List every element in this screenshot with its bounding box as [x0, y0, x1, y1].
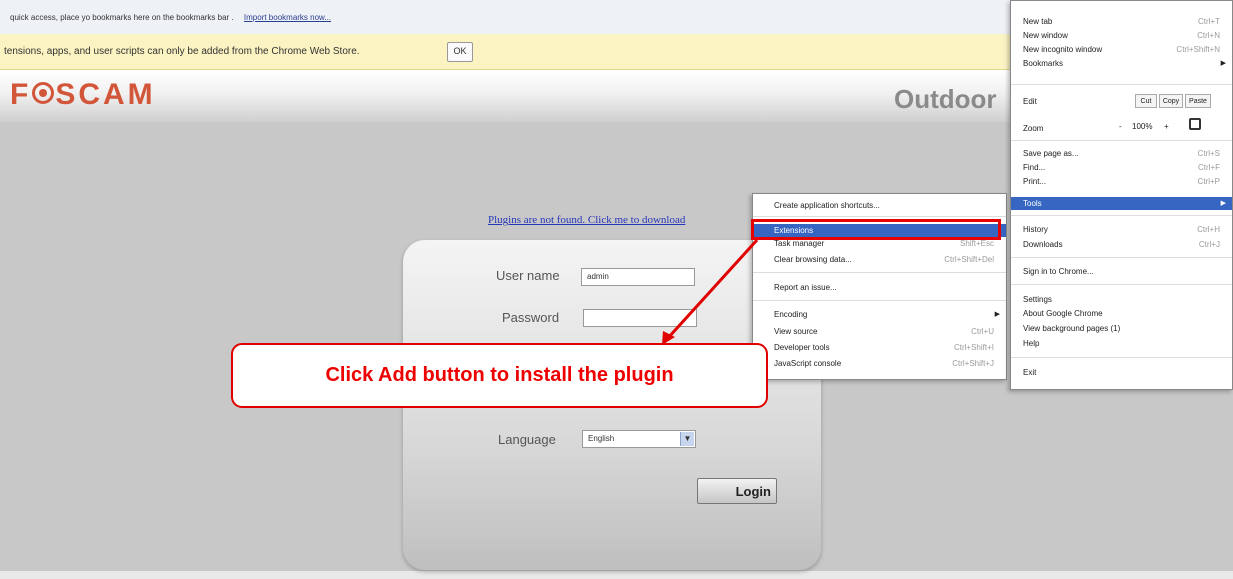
- menu-item-developer-tools[interactable]: Developer tools Ctrl+Shift+I: [753, 341, 1006, 354]
- menu-item-new-incognito-window[interactable]: New incognito window Ctrl+Shift+N: [1011, 43, 1232, 56]
- chevron-down-icon[interactable]: ▼: [680, 432, 694, 446]
- menu-separator: [1011, 357, 1232, 358]
- menu-separator: [753, 272, 1006, 273]
- username-value: admin: [587, 272, 609, 281]
- cut-button[interactable]: Cut: [1135, 94, 1157, 108]
- info-bar-message: tensions, apps, and user scripts can onl…: [4, 46, 360, 57]
- zoom-level: 100%: [1132, 122, 1153, 131]
- menu-separator: [1011, 140, 1232, 141]
- menu-item-print[interactable]: Print... Ctrl+P: [1011, 175, 1232, 188]
- menu-separator: [753, 300, 1006, 301]
- foscam-logo: F SCAM: [10, 78, 156, 112]
- menu-item-sign-in[interactable]: Sign in to Chrome...: [1011, 265, 1232, 278]
- menu-item-background-pages[interactable]: View background pages (1): [1011, 322, 1232, 335]
- bookmarks-bar-hint: quick access, place yo bookmarks here on…: [10, 13, 234, 22]
- copy-button[interactable]: Copy: [1159, 94, 1183, 108]
- menu-item-new-tab[interactable]: New tab Ctrl+T: [1011, 15, 1232, 28]
- menu-separator: [1011, 257, 1232, 258]
- menu-item-downloads[interactable]: Downloads Ctrl+J: [1011, 238, 1232, 251]
- submenu-arrow-icon: ▶: [1220, 200, 1226, 207]
- menu-item-bookmarks[interactable]: Bookmarks ▶: [1011, 57, 1232, 70]
- menu-item-exit[interactable]: Exit: [1011, 366, 1232, 379]
- password-label: Password: [502, 310, 560, 325]
- chrome-main-menu: New tab Ctrl+T New window Ctrl+N New incog…: [1010, 0, 1233, 390]
- menu-item-report-issue[interactable]: Report an issue...: [753, 281, 1006, 294]
- login-button[interactable]: Login: [697, 478, 777, 504]
- plugin-download-link[interactable]: Plugins are not found. Click me to downl…: [488, 214, 685, 226]
- import-bookmarks-link[interactable]: Import bookmarks now...: [244, 13, 331, 22]
- info-bar-ok-button[interactable]: OK: [447, 42, 473, 62]
- menu-item-javascript-console[interactable]: JavaScript console Ctrl+Shift+J: [753, 357, 1006, 370]
- zoom-in-button[interactable]: +: [1164, 122, 1169, 131]
- username-label: User name: [496, 268, 560, 283]
- menu-item-about-chrome[interactable]: About Google Chrome: [1011, 307, 1232, 320]
- menu-item-find[interactable]: Find... Ctrl+F: [1011, 161, 1232, 174]
- menu-separator: [1011, 284, 1232, 285]
- submenu-arrow-icon: ▶: [994, 311, 1000, 318]
- extensions-highlight-box: [751, 219, 1001, 240]
- menu-item-history[interactable]: History Ctrl+H: [1011, 223, 1232, 236]
- logo-text-end: SCAM: [55, 78, 156, 111]
- paste-button[interactable]: Paste: [1185, 94, 1211, 108]
- page-footer-strip: [0, 571, 1233, 579]
- password-input[interactable]: [583, 309, 697, 327]
- logo-text-start: F: [10, 78, 32, 111]
- submenu-arrow-icon: ▶: [1220, 60, 1226, 67]
- fullscreen-icon[interactable]: [1189, 118, 1201, 130]
- logo-lens-icon: [32, 82, 55, 105]
- menu-item-new-window[interactable]: New window Ctrl+N: [1011, 29, 1232, 42]
- menu-separator: [1011, 84, 1232, 85]
- menu-separator: [1011, 215, 1232, 216]
- language-label: Language: [498, 432, 556, 447]
- zoom-out-button[interactable]: -: [1119, 122, 1122, 131]
- menu-item-save-page[interactable]: Save page as... Ctrl+S: [1011, 147, 1232, 160]
- username-input[interactable]: admin: [581, 268, 695, 286]
- menu-item-encoding[interactable]: Encoding ▶: [753, 308, 1006, 321]
- product-title: Outdoor: [894, 84, 997, 114]
- menu-item-view-source[interactable]: View source Ctrl+U: [753, 325, 1006, 338]
- callout-text: Click Add button to install the plugin: [325, 364, 674, 386]
- menu-item-create-shortcuts[interactable]: Create application shortcuts...: [753, 199, 1006, 212]
- menu-item-settings[interactable]: Settings: [1011, 293, 1232, 306]
- menu-separator: [753, 216, 1006, 217]
- language-select[interactable]: English ▼: [582, 430, 696, 448]
- language-value: English: [588, 434, 615, 443]
- menu-item-help[interactable]: Help: [1011, 337, 1232, 350]
- menu-item-clear-browsing-data[interactable]: Clear browsing data... Ctrl+Shift+Del: [753, 253, 1006, 266]
- menu-item-tools[interactable]: Tools ▶: [1011, 197, 1232, 210]
